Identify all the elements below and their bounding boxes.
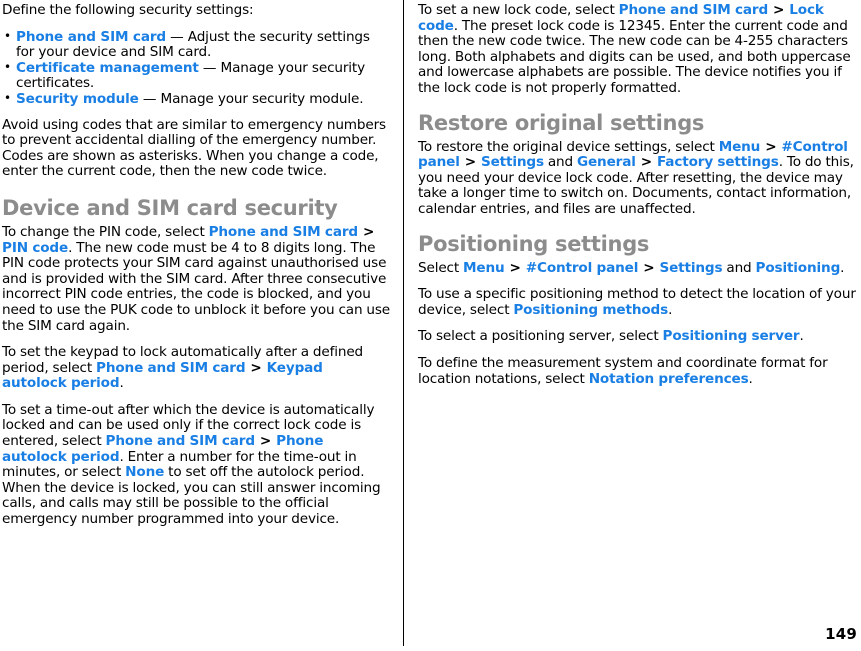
link-notation-preferences[interactable]: Notation preferences (589, 371, 749, 387)
lock-code-paragraph: To set a new lock code, select Phone and… (418, 2, 857, 97)
link-positioning-methods[interactable]: Positioning methods (513, 302, 668, 318)
keypad-autolock-paragraph: To set the keypad to lock automatically … (2, 344, 391, 392)
bullet-description: Manage your security module. (160, 90, 364, 107)
pin-code-paragraph: To change the PIN code, select Phone and… (2, 223, 391, 334)
path-separator: > (259, 433, 272, 450)
positioning-path-paragraph: Select Menu > #Control panel > Settings … (418, 259, 857, 277)
notation-text-2: . (748, 370, 753, 387)
method-text-2: . (668, 301, 673, 318)
link-pin-code[interactable]: PIN code (2, 240, 68, 256)
server-text-1: To select a positioning server, select (418, 328, 663, 345)
select-text-2: . (840, 259, 845, 276)
phone-autolock-paragraph: To set a time-out after which the device… (2, 402, 391, 528)
path-separator: > (773, 2, 785, 18)
link-positioning-server[interactable]: Positioning server (663, 328, 800, 345)
notation-preferences-paragraph: To define the measurement system and coo… (418, 355, 857, 387)
link-menu[interactable]: Menu (463, 260, 505, 276)
select-conjunction: and (722, 259, 756, 276)
link-settings[interactable]: Settings (659, 260, 722, 276)
pin-text-1: To change the PIN code, select (2, 223, 209, 240)
left-column: Define the following security settings: … (0, 0, 403, 651)
link-positioning[interactable]: Positioning (756, 260, 841, 276)
link-menu[interactable]: Menu (719, 139, 761, 155)
link-phone-and-sim-card[interactable]: Phone and SIM card (106, 433, 256, 449)
two-column-layout: Define the following security settings: … (0, 0, 861, 651)
path-separator: > (765, 138, 777, 155)
restore-text-1: To restore the original device settings,… (418, 138, 719, 155)
heading-device-and-sim-card-security: Device and SIM card security (2, 195, 338, 220)
link-phone-and-sim-card[interactable]: Phone and SIM card (209, 224, 359, 240)
path-separator: > (362, 223, 375, 240)
link-general[interactable]: General (577, 154, 636, 170)
bullet-dash: — (202, 59, 217, 76)
intro-paragraph: Define the following security settings: (2, 2, 254, 18)
heading-restore-original-settings: Restore original settings (418, 110, 705, 135)
link-phone-and-sim-card[interactable]: Phone and SIM card (96, 360, 246, 376)
manual-page: Define the following security settings: … (0, 0, 861, 651)
bullet-term-security-module[interactable]: Security module (16, 91, 139, 107)
restore-settings-paragraph: To restore the original device settings,… (418, 138, 857, 218)
path-separator: > (643, 259, 655, 276)
path-separator: > (509, 259, 521, 276)
select-text-1: Select (418, 259, 464, 276)
bullet-term-certificate-management[interactable]: Certificate management (16, 60, 199, 76)
keypad-text-2: . (119, 375, 124, 392)
right-column: To set a new lock code, select Phone and… (404, 0, 861, 651)
path-separator: > (464, 154, 476, 171)
bullet-dash: — (142, 90, 157, 107)
heading-positioning-settings: Positioning settings (418, 231, 650, 256)
lockcode-text-1: To set a new lock code, select (418, 2, 619, 18)
link-control-panel[interactable]: #Control panel (526, 260, 639, 276)
list-item: Security module — Manage your security m… (2, 90, 391, 108)
list-item: Certificate management — Manage your sec… (2, 59, 391, 92)
bullet-dash: — (170, 28, 184, 45)
security-settings-list: Phone and SIM card — Adjust the security… (2, 28, 391, 108)
server-text-2: . (799, 328, 804, 345)
page-number: 149 (825, 625, 857, 643)
lockcode-text-2: . The preset lock code is 12345. Enter t… (418, 17, 851, 96)
link-factory-settings[interactable]: Factory settings (657, 154, 779, 170)
avoid-codes-paragraph: Avoid using codes that are similar to em… (2, 116, 386, 180)
link-settings[interactable]: Settings (481, 154, 544, 170)
bullet-term-phone-sim[interactable]: Phone and SIM card (16, 29, 166, 45)
link-none[interactable]: None (125, 464, 164, 480)
path-separator: > (250, 359, 262, 376)
restore-conjunction: and (543, 154, 577, 171)
list-item: Phone and SIM card — Adjust the security… (2, 28, 391, 61)
path-separator: > (640, 154, 652, 171)
link-phone-and-sim-card[interactable]: Phone and SIM card (619, 2, 769, 18)
positioning-methods-paragraph: To use a specific positioning method to … (418, 286, 857, 318)
positioning-server-paragraph: To select a positioning server, select P… (418, 329, 857, 345)
